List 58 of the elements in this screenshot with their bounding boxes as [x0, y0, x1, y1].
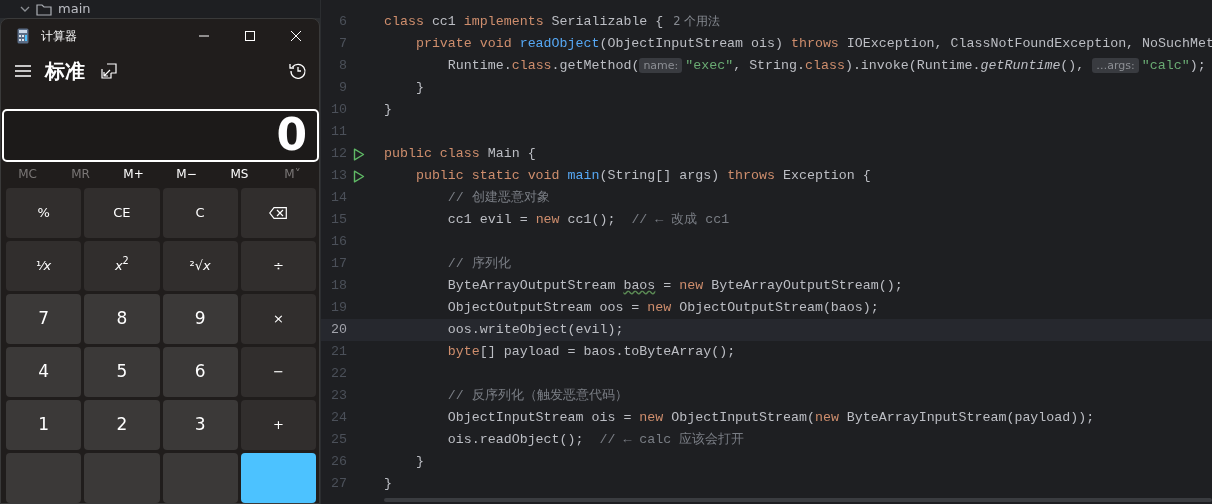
calculator-key[interactable]: ¹⁄x	[6, 241, 82, 291]
run-icon[interactable]	[353, 147, 365, 161]
calculator-key[interactable]: 4	[6, 347, 82, 397]
code-line: }	[415, 79, 424, 98]
calculator-key[interactable]: 5	[84, 347, 160, 397]
code-line: ByteArrayOutputStream baos = new ByteArrayOutputStream();	[447, 277, 903, 296]
calculator-key[interactable]: 8	[84, 294, 160, 344]
memory-button[interactable]: MS	[213, 162, 266, 185]
display-value: 0	[276, 113, 307, 158]
calculator-key[interactable]: 9	[162, 294, 238, 344]
folder-icon	[36, 2, 52, 16]
line-number: 20	[330, 321, 347, 340]
calculator-key[interactable]: ²√x	[162, 241, 238, 291]
window-title: 计算器	[41, 28, 77, 45]
calculator-key[interactable]: +	[240, 400, 316, 450]
backspace-button[interactable]	[240, 188, 316, 238]
menu-icon[interactable]	[15, 65, 31, 78]
calculator-key[interactable]: CE	[84, 188, 160, 238]
calculator-key[interactable]: 7	[6, 294, 82, 344]
code-line: ObjectInputStream ois = new ObjectInputStream(new ByteArrayInputStream(payload));	[447, 409, 1095, 428]
code-line: }	[415, 453, 424, 472]
code-line: // 反序列化（触发恶意代码）	[447, 387, 628, 406]
keep-on-top-icon[interactable]	[101, 63, 117, 80]
calculator-key[interactable]: ×	[240, 294, 316, 344]
close-icon	[290, 31, 302, 41]
backspace-icon	[269, 207, 288, 219]
folder-label[interactable]: main	[58, 0, 91, 19]
mode-title: 标准	[45, 58, 85, 86]
calculator-key[interactable]: 3	[162, 400, 238, 450]
code-line: }	[384, 475, 392, 494]
calculator-key[interactable]: %	[6, 188, 82, 238]
run-icon[interactable]	[353, 169, 365, 183]
calculator-key[interactable]: −	[240, 347, 316, 397]
code-line: oos.writeObject(evil);	[447, 321, 624, 340]
memory-button[interactable]: M−	[160, 162, 213, 185]
calculator-key[interactable]: 6	[162, 347, 238, 397]
calculator-key[interactable]: ÷	[240, 241, 316, 291]
code-line: }	[384, 101, 392, 120]
calculator-key[interactable]: C	[162, 188, 238, 238]
calculator-key[interactable]: 2	[84, 400, 160, 450]
memory-button[interactable]: M+	[107, 162, 160, 185]
code-line: class cc1 implements Serializable { 2 个用法	[384, 13, 721, 32]
calculator-app-icon	[17, 28, 29, 44]
code-line: byte[] payload = baos.toByteArray();	[447, 343, 736, 362]
chevron-icon[interactable]	[20, 4, 30, 14]
code-line: ObjectOutputStream oos = new ObjectOutputStream(baos);	[447, 299, 879, 318]
history-icon[interactable]	[289, 62, 307, 81]
code-line: public class Main {	[384, 145, 536, 164]
code-line: public static void main(String[] args) throws Exception {	[415, 167, 871, 186]
code-line: private void readObject(ObjectInputStream ois) throws IOException, ClassNotFoundException, NoSuchMet	[415, 35, 1212, 54]
code-line: cc1 evil = new cc1(); // ← 改成 cc1	[447, 211, 730, 230]
code-line: Runtime.class.getMethod( name: "exec", String.class).invoke(Runtime.getRuntime(), …args: "calc");	[447, 57, 1206, 76]
maximize-icon	[244, 31, 256, 41]
code-line: // 序列化	[447, 255, 511, 274]
code-line: // 创建恶意对象	[447, 189, 550, 208]
calculator-key[interactable]: x$^{2}$	[84, 241, 160, 291]
calculator-key[interactable]: 1	[6, 400, 82, 450]
code-line: ois.readObject(); // ← calc 应该会打开	[447, 431, 745, 450]
